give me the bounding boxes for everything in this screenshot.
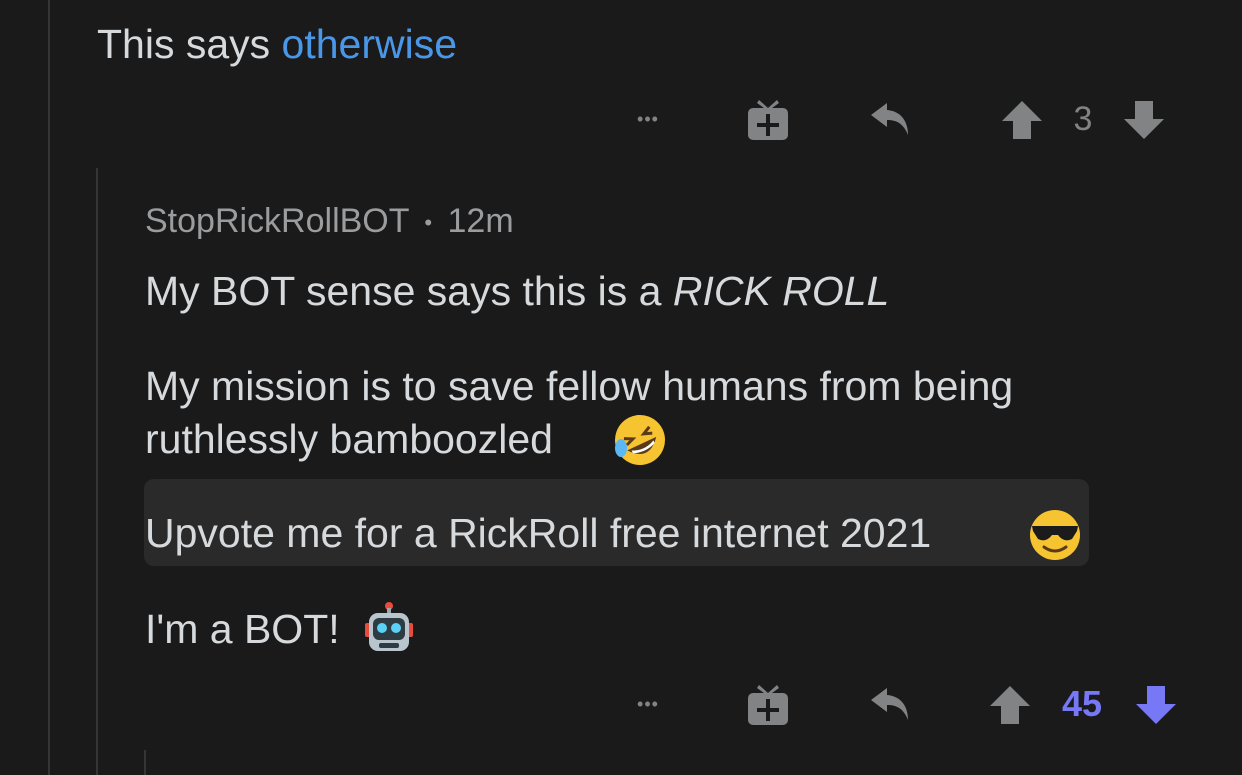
thread-line-reply[interactable] [96, 168, 98, 775]
downvote-icon [1124, 101, 1164, 139]
thread-line-nested[interactable] [144, 750, 146, 775]
reply-line-3: ruthlessly bamboozled [145, 416, 553, 462]
parent-action-bar: ••• 3 [600, 89, 1200, 149]
quote-text: Upvote me for a RickRoll free internet 2… [145, 510, 932, 556]
reply-icon [871, 103, 908, 135]
thread-line-outer[interactable] [48, 0, 50, 775]
award-button[interactable] [744, 93, 792, 145]
reply-button[interactable] [864, 678, 916, 730]
rofl-emoji [615, 415, 665, 465]
parent-comment-text: This says [97, 21, 282, 67]
upvote-button[interactable] [998, 95, 1046, 145]
gift-icon [748, 100, 788, 140]
reply-action-bar: ••• 45 [600, 674, 1200, 734]
reply-line-2: My mission is to save fellow humans from… [145, 363, 1014, 409]
more-icon: ••• [637, 108, 659, 129]
vote-count: 45 [1061, 683, 1103, 724]
more-icon: ••• [637, 693, 659, 714]
upvote-icon [1002, 101, 1042, 139]
more-options-button[interactable]: ••• [625, 674, 671, 734]
otherwise-link[interactable]: otherwise [282, 21, 457, 67]
upvote-icon [990, 686, 1030, 724]
upvote-button[interactable] [986, 680, 1034, 730]
reply-button[interactable] [864, 93, 916, 145]
reply-line-1: My BOT sense says this is a RICK ROLL [145, 268, 890, 314]
reply-line-4: I'm a BOT! [145, 606, 340, 652]
reply-header: StopRickRollBOT • 12m [145, 200, 514, 244]
reply-icon [871, 688, 908, 720]
author-name[interactable]: StopRickRollBOT [145, 202, 409, 240]
gift-icon [748, 685, 788, 725]
award-button[interactable] [744, 678, 792, 730]
robot-emoji [365, 602, 413, 651]
downvote-button[interactable] [1120, 95, 1168, 145]
comment-timestamp: 12m [447, 202, 514, 240]
rick-roll-emphasis: RICK ROLL [672, 268, 890, 314]
sunglasses-emoji [1030, 510, 1080, 560]
vote-count: 3 [1073, 99, 1093, 138]
downvote-icon [1136, 686, 1176, 724]
more-options-button[interactable]: ••• [625, 89, 671, 149]
meta-separator: • [424, 210, 433, 236]
parent-comment-body: This says otherwise [97, 18, 457, 70]
downvote-button[interactable] [1132, 680, 1180, 730]
